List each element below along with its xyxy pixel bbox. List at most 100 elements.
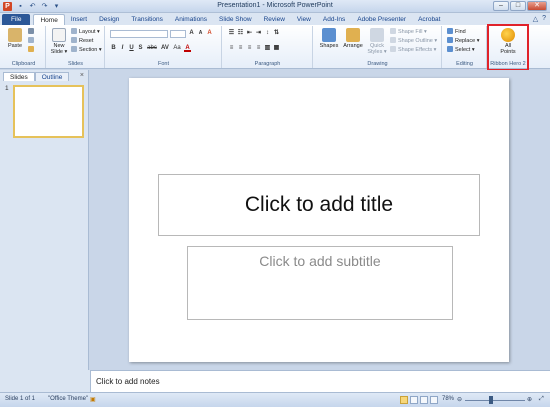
align-left-icon[interactable]: ≡ [228, 45, 235, 52]
italic-button[interactable]: I [119, 45, 126, 52]
paragraph-group: ☰ ☷ ⇤ ⇥ ↕ ⇅ ≡ ≡ ≡ ≡ ▥ ▦ Paragraph [223, 26, 313, 68]
new-slide-label-2: Slide ▾ [50, 49, 68, 55]
cut-button[interactable] [28, 28, 36, 36]
tab-view[interactable]: View [291, 14, 317, 25]
fit-to-window-icon[interactable]: ⤢ [539, 396, 544, 403]
tab-acrobat[interactable]: Acrobat [412, 14, 446, 25]
help-icon[interactable]: ? [542, 15, 546, 23]
shadow-button[interactable]: S [137, 45, 144, 52]
tab-adobe-presenter[interactable]: Adobe Presenter [351, 14, 412, 25]
tab-add-ins[interactable]: Add-Ins [317, 14, 351, 25]
replace-button[interactable]: Replace ▾ [447, 37, 479, 45]
shapes-button[interactable]: Shapes [318, 28, 340, 49]
slides-group-label: Slides [68, 61, 83, 67]
zoom-level[interactable]: 78% [442, 396, 454, 402]
slides-panel: Slides Outline × 1 [0, 70, 89, 370]
reading-view-button[interactable] [420, 396, 428, 404]
normal-view-button[interactable] [400, 396, 408, 404]
tab-slides[interactable]: Slides [3, 72, 35, 81]
justify-icon[interactable]: ≡ [255, 45, 262, 52]
line-spacing-icon[interactable]: ↕ [264, 30, 271, 37]
align-center-icon[interactable]: ≡ [237, 45, 244, 52]
clear-formatting-button[interactable]: A [206, 30, 213, 37]
slide-sorter-button[interactable] [410, 396, 418, 404]
bold-button[interactable]: B [110, 45, 117, 52]
font-color-button[interactable]: A [184, 45, 191, 52]
highlight-box [487, 24, 529, 71]
arrange-icon [346, 28, 360, 42]
slide-thumbnail[interactable] [13, 85, 84, 138]
clipboard-group-label: Clipboard [11, 61, 36, 67]
find-button[interactable]: Find [447, 28, 466, 36]
character-spacing-button[interactable]: AV [160, 45, 170, 52]
select-button[interactable]: Select ▾ [447, 46, 475, 54]
slide-editing-area: Click to add title Click to add subtitle [90, 70, 550, 370]
format-painter-button[interactable] [28, 46, 36, 54]
quick-styles-button[interactable]: Quick Styles ▾ [366, 28, 388, 55]
zoom-out-button[interactable]: ⊖ [457, 396, 462, 403]
paste-button[interactable]: Paste [4, 28, 26, 49]
tab-slide-show[interactable]: Slide Show [213, 14, 258, 25]
select-label: Select ▾ [455, 47, 475, 53]
shape-fill-button[interactable]: Shape Fill ▾ [390, 28, 427, 36]
zoom-slider-thumb[interactable] [489, 396, 493, 404]
slide-info: Slide 1 of 1 [5, 396, 36, 402]
subtitle-placeholder[interactable]: Click to add subtitle [187, 246, 453, 320]
arrange-label: Arrange [343, 43, 363, 49]
change-case-button[interactable]: Aa [172, 45, 182, 52]
tab-insert[interactable]: Insert [65, 14, 93, 25]
drawing-group: Shapes Arrange Quick Styles ▾ Shape Fill… [314, 26, 442, 68]
subtitle-placeholder-text: Click to add subtitle [259, 253, 381, 269]
tab-design[interactable]: Design [93, 14, 125, 25]
reset-button[interactable]: Reset [71, 37, 93, 45]
notes-pane[interactable]: Click to add notes [90, 370, 550, 392]
tab-home[interactable]: Home [33, 14, 65, 25]
zoom-slider[interactable] [465, 400, 525, 401]
panel-close-button[interactable]: × [80, 72, 84, 79]
tab-review[interactable]: Review [258, 14, 291, 25]
numbering-icon[interactable]: ☷ [237, 30, 244, 37]
shape-effects-button[interactable]: Shape Effects ▾ [390, 46, 436, 54]
maximize-button[interactable]: □ [510, 1, 526, 11]
tab-file[interactable]: File [2, 14, 31, 25]
strikethrough-button[interactable]: abc [146, 45, 158, 52]
smartart-icon[interactable]: ▦ [273, 45, 280, 52]
increase-indent-icon[interactable]: ⇥ [255, 30, 262, 37]
bullets-icon[interactable]: ☰ [228, 30, 235, 37]
paragraph-row-2: ≡ ≡ ≡ ≡ ▥ ▦ [228, 45, 280, 52]
paragraph-group-label: Paragraph [254, 61, 281, 67]
zoom-in-button[interactable]: ⊕ [527, 396, 532, 403]
clipboard-group: Paste Clipboard [2, 26, 46, 68]
columns-icon[interactable]: ▥ [264, 45, 271, 52]
section-button[interactable]: Section ▾ [71, 46, 102, 54]
tab-transitions[interactable]: Transitions [125, 14, 169, 25]
grow-font-button[interactable]: A [188, 30, 195, 37]
align-right-icon[interactable]: ≡ [246, 45, 253, 52]
close-button[interactable]: ✕ [527, 1, 547, 11]
layout-label: Layout ▾ [79, 29, 100, 35]
font-size-dropdown[interactable] [170, 30, 186, 38]
layout-button[interactable]: Layout ▾ [71, 28, 100, 36]
replace-label: Replace ▾ [455, 38, 480, 44]
title-placeholder[interactable]: Click to add title [158, 174, 480, 236]
arrange-button[interactable]: Arrange [342, 28, 364, 49]
copy-button[interactable] [28, 37, 36, 45]
shape-outline-icon [390, 37, 396, 43]
decrease-indent-icon[interactable]: ⇤ [246, 30, 253, 37]
theme-name[interactable]: "Office Theme" [48, 396, 88, 402]
slide-canvas[interactable]: Click to add title Click to add subtitle [129, 78, 509, 362]
minimize-ribbon-icon[interactable]: △ [533, 15, 538, 23]
spell-check-icon[interactable]: ▣ [90, 396, 96, 403]
slide-thumbnail-number: 1 [5, 85, 9, 92]
text-direction-icon[interactable]: ⇅ [273, 30, 280, 37]
underline-button[interactable]: U [128, 45, 135, 52]
editing-group: Find Replace ▾ Select ▾ Editing [443, 26, 487, 68]
font-name-dropdown[interactable] [110, 30, 168, 38]
shrink-font-button[interactable]: A [197, 30, 204, 37]
tab-outline[interactable]: Outline [34, 72, 70, 81]
shape-outline-button[interactable]: Shape Outline ▾ [390, 37, 437, 45]
tab-animations[interactable]: Animations [169, 14, 213, 25]
new-slide-button[interactable]: New Slide ▾ [48, 28, 70, 55]
slide-show-button[interactable] [430, 396, 438, 404]
minimize-button[interactable]: – [493, 1, 509, 11]
